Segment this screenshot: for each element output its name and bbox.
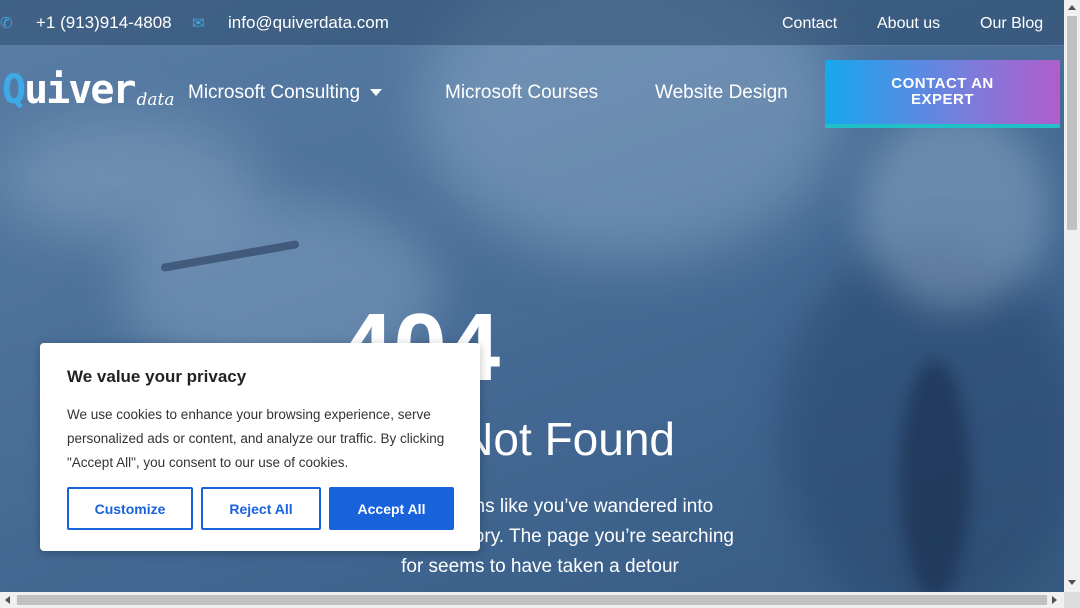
phone-icon: ✆ [0, 15, 13, 32]
nav-microsoft-consulting[interactable]: Microsoft Consulting [188, 82, 383, 104]
accept-all-button[interactable]: Accept All [329, 487, 454, 530]
email-link[interactable]: info@quiverdata.com [228, 13, 389, 33]
top-bar: ✆ +1 (913)914-4808 ✉ info@quiverdata.com… [0, 0, 1064, 46]
cookie-text: We use cookies to enhance your browsing … [67, 407, 445, 470]
nav-website-design[interactable]: Website Design [655, 82, 788, 104]
vertical-scrollbar[interactable] [1064, 0, 1080, 592]
bg-shape [0, 120, 260, 240]
scroll-right-arrow-icon[interactable] [1052, 596, 1057, 604]
bg-shape [860, 110, 1050, 310]
chevron-down-icon [370, 89, 383, 97]
reject-all-button[interactable]: Reject All [201, 487, 321, 530]
scroll-down-arrow-icon[interactable] [1068, 580, 1076, 585]
cookie-consent-dialog: We value your privacy We use cookies to … [40, 343, 480, 551]
scroll-up-arrow-icon[interactable] [1068, 5, 1076, 10]
contact-expert-button[interactable]: CONTACT AN EXPERT [825, 60, 1060, 128]
scroll-left-arrow-icon[interactable] [5, 596, 10, 604]
bg-shape [900, 360, 970, 592]
quiver-data-logo[interactable]: Quiver data [2, 70, 175, 110]
our-blog-link[interactable]: Our Blog [980, 15, 1043, 33]
about-us-link[interactable]: About us [877, 15, 940, 33]
logo-subtext: data [136, 90, 175, 110]
horizontal-scroll-thumb[interactable] [17, 595, 1047, 605]
cookie-title: We value your privacy [67, 367, 247, 386]
logo-text: Quiver [2, 67, 137, 113]
vertical-scroll-thumb[interactable] [1067, 16, 1077, 230]
nav-microsoft-courses[interactable]: Microsoft Courses [445, 82, 598, 104]
phone-link[interactable]: +1 (913)914-4808 [36, 13, 172, 33]
scrollbar-corner [1064, 592, 1080, 608]
horizontal-scrollbar[interactable] [0, 592, 1064, 608]
customize-button[interactable]: Customize [67, 487, 193, 530]
contact-link[interactable]: Contact [782, 15, 837, 33]
mail-icon: ✉ [192, 15, 205, 32]
